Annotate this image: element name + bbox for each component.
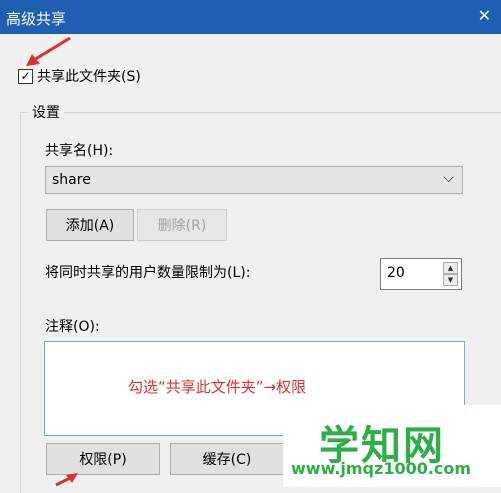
annotation-arrow-bottom-icon [55, 473, 78, 487]
user-limit-label: 将同时共享的用户数量限制为(L): [45, 265, 251, 281]
annotation-text: 勾选“共享此文件夹”→权限 [128, 378, 307, 396]
checkbox-box[interactable]: ✓ [18, 68, 33, 84]
settings-legend: 设置 [28, 102, 64, 122]
chevron-down-icon: ⌵ [443, 170, 454, 186]
window-title: 高级共享 [6, 10, 67, 28]
stepper-arrows: ▲ ▼ [443, 262, 458, 286]
stepper-down-icon[interactable]: ▼ [443, 274, 458, 286]
watermark-logo: 学知网 www.jmqz1000.com [283, 405, 501, 487]
share-name-label: 共享名(H): [45, 143, 114, 159]
share-name-value: share [52, 172, 91, 188]
watermark-url: www.jmqz1000.com [291, 459, 472, 478]
share-folder-checkbox[interactable]: ✓ 共享此文件夹(S) [18, 66, 141, 86]
close-icon[interactable]: ✕ [478, 6, 491, 25]
caching-button[interactable]: 缓存(C) [170, 443, 284, 475]
user-limit-stepper[interactable]: 20 ▲ ▼ [380, 258, 462, 290]
title-bar: 高级共享 ✕ [0, 0, 501, 34]
stepper-up-icon[interactable]: ▲ [443, 262, 458, 274]
add-button[interactable]: 添加(A) [46, 209, 134, 241]
user-limit-value: 20 [387, 265, 405, 281]
comment-label: 注释(O): [45, 319, 100, 335]
remove-button[interactable]: 删除(R) [137, 209, 227, 241]
share-folder-label: 共享此文件夹(S) [37, 69, 141, 85]
share-name-select[interactable]: share ⌵ [45, 166, 463, 194]
permissions-button[interactable]: 权限(P) [46, 443, 160, 475]
